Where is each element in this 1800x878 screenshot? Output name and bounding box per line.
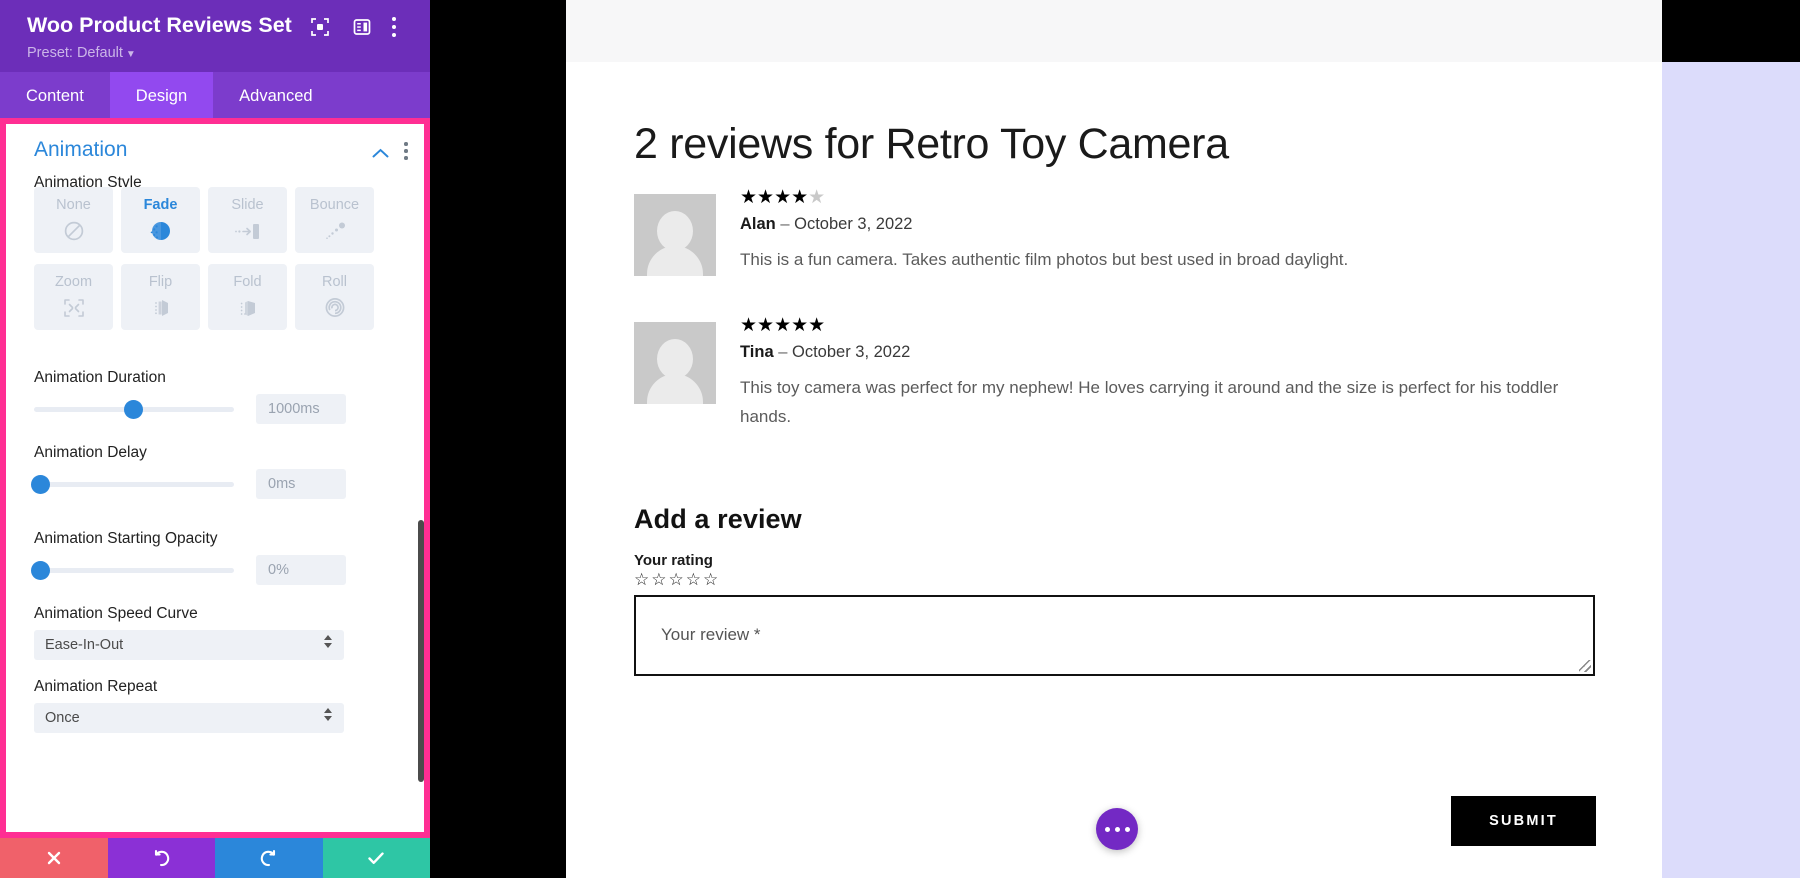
reviews-heading: 2 reviews for Retro Toy Camera — [634, 120, 1229, 169]
avatar-head — [657, 211, 693, 251]
stars-empty: ★ — [808, 186, 825, 208]
review-date: October 3, 2022 — [794, 215, 912, 233]
tab-content[interactable]: Content — [0, 72, 110, 120]
avatar-head — [657, 339, 693, 379]
save-button[interactable] — [323, 838, 431, 878]
highlight-outline — [0, 118, 430, 838]
expand-icon[interactable] — [310, 17, 330, 37]
review-textarea-placeholder: Your review * — [661, 625, 761, 645]
preset-selector[interactable]: Preset: Default▼ — [27, 45, 136, 61]
undo-button[interactable] — [108, 838, 216, 878]
stars-filled: ★★★★ — [740, 186, 808, 208]
cancel-button[interactable] — [0, 838, 108, 878]
review-textarea[interactable]: Your review * — [634, 595, 1595, 676]
avatar — [634, 194, 716, 276]
avatar — [634, 322, 716, 404]
avatar-body — [647, 246, 703, 276]
avatar-body — [647, 374, 703, 404]
rating-input-stars[interactable]: ☆☆☆☆☆ — [634, 570, 720, 590]
preset-label: Preset: Default — [27, 45, 123, 61]
panel-tabs: Content Design Advanced — [0, 72, 430, 120]
submit-button[interactable]: SUBMIT — [1451, 796, 1596, 846]
stars-filled: ★★★★★ — [740, 314, 825, 336]
review-text: This toy camera was perfect for my nephe… — [740, 373, 1600, 431]
panel-actions — [0, 838, 430, 878]
layout-icon[interactable] — [352, 17, 372, 37]
browser-toolbar — [566, 0, 1800, 62]
review-meta: Tina – October 3, 2022 — [740, 343, 910, 362]
panel-header: Woo Product Reviews Setti… Preset: Defau… — [0, 0, 430, 72]
tab-advanced[interactable]: Advanced — [213, 72, 338, 120]
close-icon — [45, 849, 63, 867]
right-black-strip — [1662, 0, 1800, 62]
add-review-heading: Add a review — [634, 504, 802, 535]
review-date: October 3, 2022 — [792, 343, 910, 361]
floating-options-button[interactable] — [1096, 808, 1138, 850]
your-rating-label: Your rating — [634, 552, 713, 569]
review-separator: – — [780, 215, 789, 233]
reviews-section: 2 reviews for Retro Toy Camera ★★★★★ Ala… — [566, 62, 1662, 878]
tab-design[interactable]: Design — [110, 72, 213, 120]
undo-icon — [151, 848, 171, 868]
resize-grip-icon[interactable] — [1579, 660, 1591, 672]
screen: 2 reviews for Retro Toy Camera ★★★★★ Ala… — [0, 0, 1800, 878]
review-author: Tina — [740, 343, 774, 361]
review-meta: Alan – October 3, 2022 — [740, 215, 912, 234]
page-title: Woo Product Reviews Setti… — [27, 13, 292, 38]
ellipsis-icon-dot — [1105, 827, 1110, 832]
review-author: Alan — [740, 215, 776, 233]
rating-stars: ★★★★★ — [740, 316, 825, 335]
review-text: This is a fun camera. Takes authentic fi… — [740, 245, 1600, 274]
ellipsis-icon-dot — [1115, 827, 1120, 832]
redo-button[interactable] — [215, 838, 323, 878]
redo-icon — [259, 848, 279, 868]
more-vertical-icon[interactable] — [392, 17, 398, 41]
ellipsis-icon-dot — [1125, 827, 1130, 832]
rating-stars: ★★★★★ — [740, 188, 825, 207]
check-icon — [366, 849, 386, 867]
module-settings-panel: Woo Product Reviews Setti… Preset: Defau… — [0, 0, 430, 878]
